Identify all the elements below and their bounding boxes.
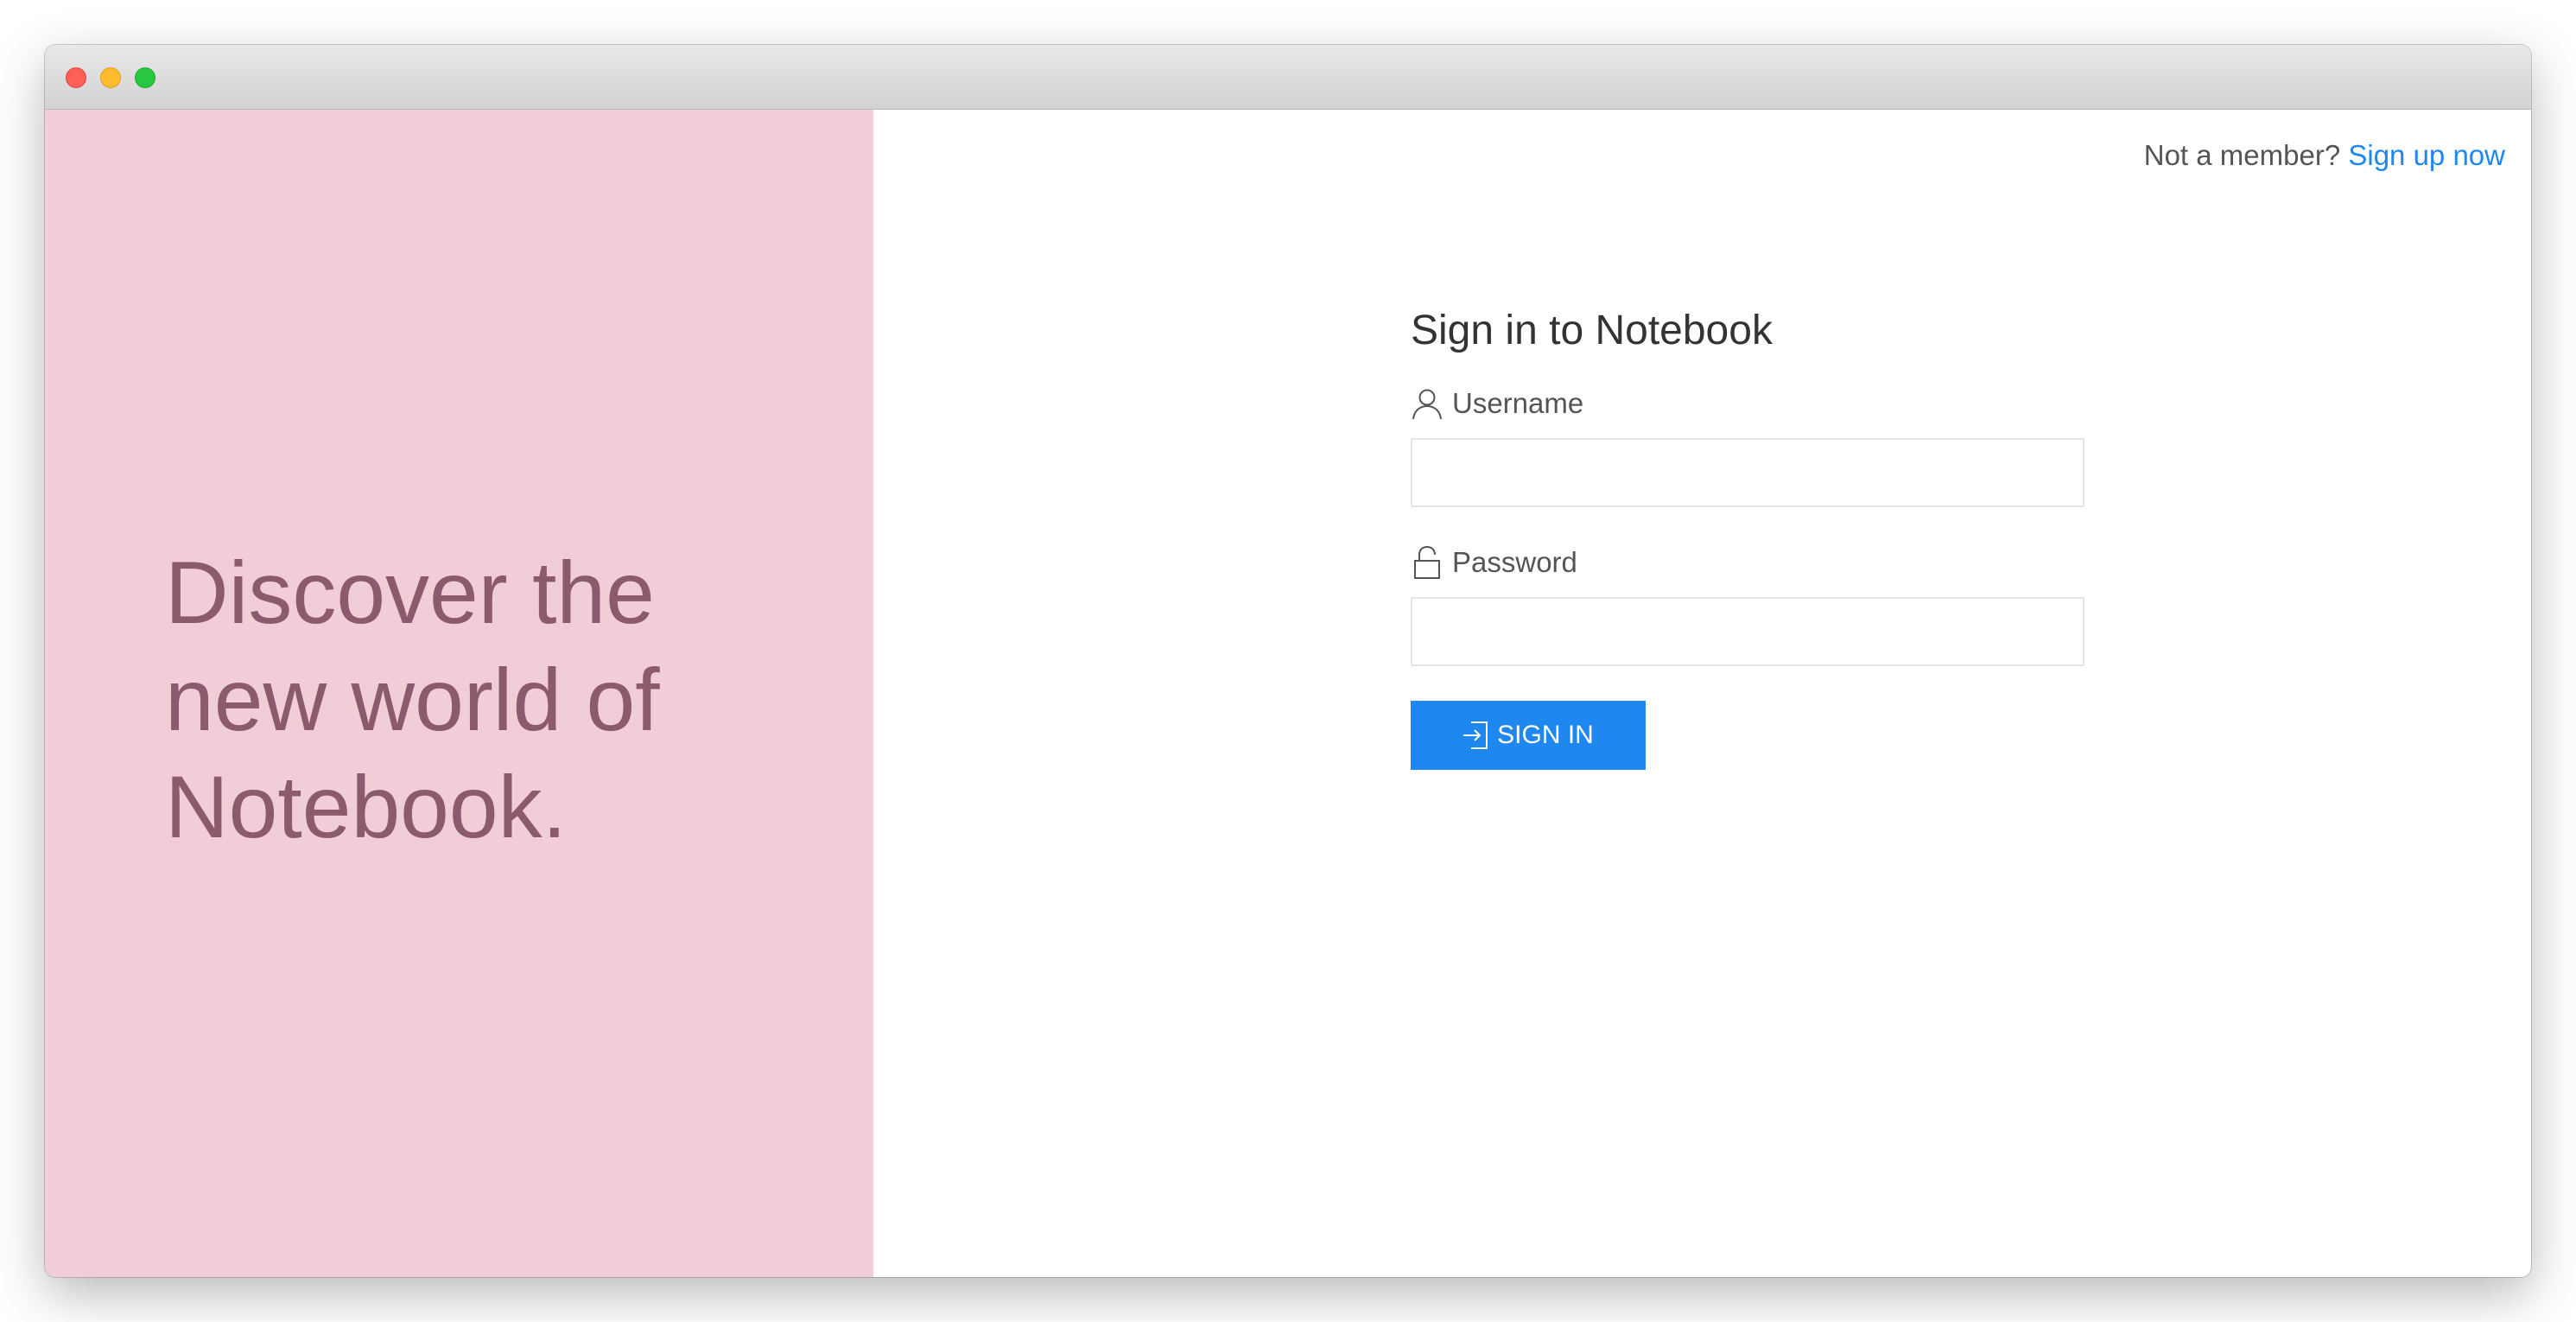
password-label: Password xyxy=(1452,546,1577,578)
password-label-row: Password xyxy=(1411,545,2084,580)
desktop-stage: Discover the new world of Notebook. Not … xyxy=(0,0,2576,1322)
login-form: Sign in to Notebook Username Password SI… xyxy=(1411,307,2084,770)
sign-in-icon xyxy=(1462,721,1488,750)
signup-link[interactable]: Sign up now xyxy=(2348,139,2505,171)
signup-prompt: Not a member? Sign up now xyxy=(2144,139,2505,172)
member-prompt-text: Not a member? xyxy=(2143,139,2341,171)
username-label-row: Username xyxy=(1411,386,2084,421)
page-content: Discover the new world of Notebook. Not … xyxy=(45,110,2531,1277)
hero-panel: Discover the new world of Notebook. xyxy=(45,110,873,1277)
window-maximize-button[interactable] xyxy=(135,67,155,88)
window-minimize-button[interactable] xyxy=(100,67,121,88)
browser-window: Discover the new world of Notebook. Not … xyxy=(45,45,2531,1277)
login-panel: Not a member? Sign up now Sign in to Not… xyxy=(873,110,2531,1277)
password-input[interactable] xyxy=(1411,597,2084,666)
window-titlebar xyxy=(45,45,2531,110)
username-input[interactable] xyxy=(1411,438,2084,507)
user-icon xyxy=(1411,386,1443,421)
window-close-button[interactable] xyxy=(66,67,86,88)
form-title: Sign in to Notebook xyxy=(1411,308,1773,353)
sign-in-button[interactable]: SIGN IN xyxy=(1411,701,1646,770)
username-label: Username xyxy=(1452,387,1584,419)
unlock-icon xyxy=(1411,545,1443,580)
sign-in-label: SIGN IN xyxy=(1497,721,1594,749)
hero-tagline: Discover the new world of Notebook. xyxy=(165,543,660,856)
